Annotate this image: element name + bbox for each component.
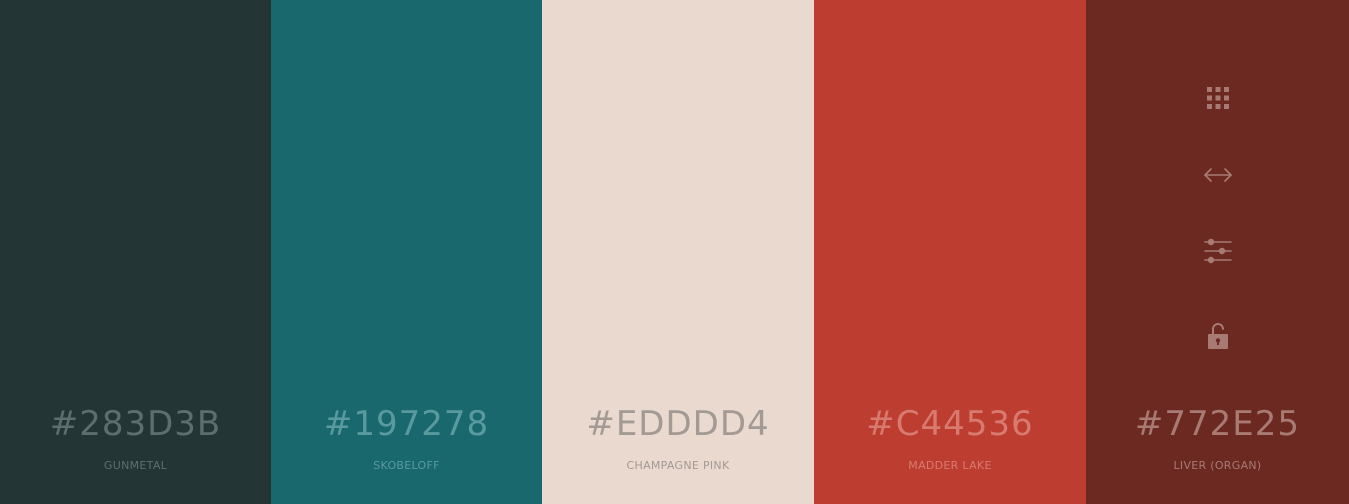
swatch-color-name: LIVER (ORGAN) xyxy=(1173,459,1262,472)
swatch-color-name: CHAMPAGNE PINK xyxy=(626,459,730,472)
swatch-hex-code[interactable]: #C44536 xyxy=(814,402,1086,446)
swatch-hex-code[interactable]: #772E25 xyxy=(1086,402,1349,446)
lock-color-button[interactable] xyxy=(1202,320,1234,352)
swatch-hex-code[interactable]: #EDDDD4 xyxy=(542,402,814,446)
swatch-color-name: MADDER LAKE xyxy=(908,459,992,472)
swatch-madder-lake[interactable]: #C44536 MADDER LAKE xyxy=(814,0,1086,504)
view-shades-button[interactable] xyxy=(1202,82,1234,114)
sliders-icon xyxy=(1203,238,1232,264)
adjust-color-button[interactable] xyxy=(1202,235,1234,267)
unlock-icon xyxy=(1207,323,1228,349)
swatch-skobeloff[interactable]: #197278 SKOBELOFF xyxy=(271,0,542,504)
resize-arrows-icon xyxy=(1203,168,1232,182)
swatch-champagne-pink[interactable]: #EDDDD4 CHAMPAGNE PINK xyxy=(542,0,814,504)
color-palette: #283D3B GUNMETAL #197278 SKOBELOFF #EDDD… xyxy=(0,0,1349,504)
swatch-liver-organ[interactable]: #772E25 LIVER (ORGAN) xyxy=(1086,0,1349,504)
swatch-color-name: GUNMETAL xyxy=(103,459,168,472)
swatch-hex-code[interactable]: #283D3B xyxy=(0,402,271,446)
drag-resize-button[interactable] xyxy=(1202,159,1234,191)
grid-icon xyxy=(1206,87,1229,109)
swatch-color-name: SKOBELOFF xyxy=(373,459,440,472)
swatch-hex-code[interactable]: #197278 xyxy=(271,402,542,446)
swatch-gunmetal[interactable]: #283D3B GUNMETAL xyxy=(0,0,271,504)
